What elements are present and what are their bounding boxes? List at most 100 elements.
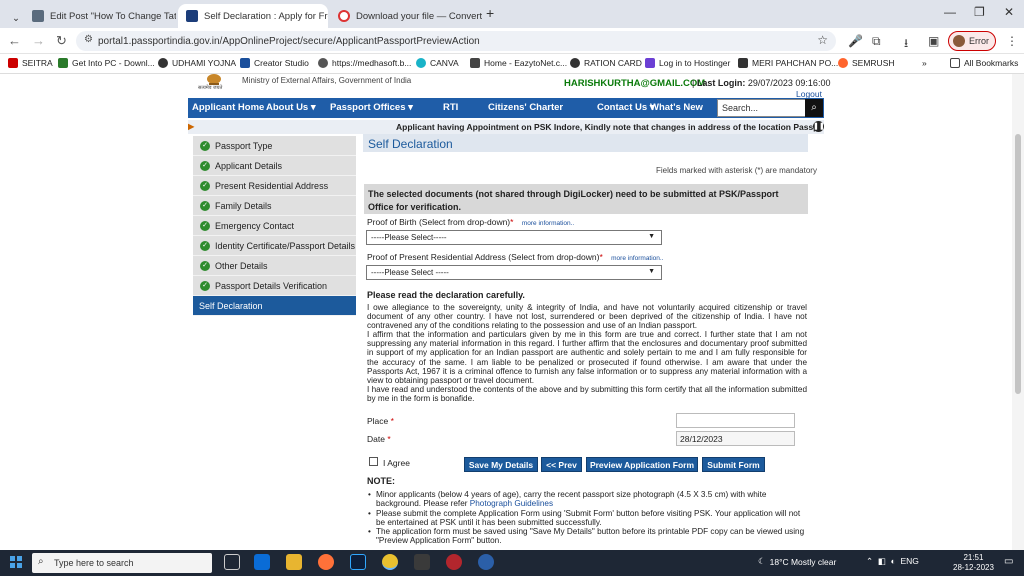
canva-icon bbox=[416, 58, 426, 68]
new-tab-button[interactable]: + bbox=[486, 5, 494, 21]
site-settings-icon[interactable]: ⚙ bbox=[84, 34, 93, 45]
tab-edit-post[interactable]: Edit Post "How To Change Tatk ✕ bbox=[24, 4, 176, 28]
minimize-icon[interactable]: — bbox=[944, 5, 956, 19]
search-input[interactable]: Search... bbox=[717, 99, 806, 117]
firefox-icon[interactable] bbox=[318, 554, 334, 570]
nav-contact-us[interactable]: Contact Us ▾ bbox=[597, 102, 655, 113]
check-circle-icon: ✓ bbox=[200, 220, 210, 231]
back-icon[interactable]: ← bbox=[8, 33, 21, 48]
chevron-down-icon: ▼ bbox=[648, 268, 655, 275]
profile-error-button[interactable]: Error bbox=[948, 31, 996, 51]
preview-application-button[interactable]: Preview Application Form bbox=[586, 457, 698, 472]
app-icon[interactable] bbox=[478, 554, 494, 570]
edge-icon[interactable] bbox=[254, 554, 270, 570]
photograph-guidelines-link[interactable]: Photograph Guidelines bbox=[470, 499, 553, 508]
chevron-up-icon[interactable]: ⌃ bbox=[866, 556, 873, 566]
save-my-details-button[interactable]: Save My Details bbox=[464, 457, 538, 472]
bookmark-creator-studio[interactable]: Creator Studio bbox=[240, 58, 309, 68]
list-item: The application form must be saved using… bbox=[368, 527, 808, 546]
bookmark-ration-card[interactable]: RATION CARD bbox=[570, 58, 642, 68]
window-close-icon[interactable]: ✕ bbox=[1004, 5, 1014, 19]
nav-whats-new[interactable]: What's New bbox=[650, 102, 703, 113]
chrome-icon[interactable] bbox=[382, 554, 398, 570]
nav-citizens-charter[interactable]: Citizens' Charter bbox=[488, 102, 563, 113]
bookmark-getintopc[interactable]: Get Into PC - Downl... bbox=[58, 58, 155, 68]
proof-of-address-select[interactable]: -----Please Select ----- ▼ bbox=[366, 265, 662, 280]
volume-icon[interactable]: ◐ bbox=[891, 556, 896, 566]
nav-about-us[interactable]: About Us ▾ bbox=[266, 102, 316, 113]
declaration-paragraph: I have read and understood the contents … bbox=[367, 384, 807, 403]
page-scrollbar[interactable] bbox=[1012, 74, 1024, 550]
notifications-icon[interactable]: ▭ bbox=[1004, 556, 1013, 567]
globe-icon bbox=[158, 58, 168, 68]
task-view-icon[interactable] bbox=[224, 554, 240, 570]
bookmark-semrush[interactable]: SEMRUSH bbox=[838, 58, 895, 68]
restore-icon[interactable]: ❐ bbox=[974, 5, 985, 19]
browser-toolbar: ← → ↻ ⚙ portal1.passportindia.gov.in/App… bbox=[0, 28, 1024, 54]
photoshop-icon[interactable] bbox=[350, 554, 366, 570]
date-input[interactable]: 28/12/2023 bbox=[676, 431, 795, 446]
check-circle-icon: ✓ bbox=[200, 280, 210, 291]
taskbar-search-input[interactable]: ⌕ Type here to search bbox=[32, 553, 212, 573]
app-icon[interactable] bbox=[414, 554, 430, 570]
bookmark-meri-pahchan[interactable]: MERI PAHCHAN PO... bbox=[738, 58, 838, 68]
check-circle-icon: ✓ bbox=[200, 160, 210, 171]
nav-applicant-home[interactable]: Applicant Home bbox=[192, 102, 264, 113]
submit-form-button[interactable]: Submit Form bbox=[702, 457, 765, 472]
proof-of-birth-select[interactable]: -----Please Select----- ▼ bbox=[366, 230, 662, 245]
bookmark-favicon-icon bbox=[58, 58, 68, 68]
bookmark-udhami-yojna[interactable]: UDHAMI YOJNA bbox=[158, 58, 236, 68]
forward-icon[interactable]: → bbox=[32, 33, 45, 48]
windows-start-icon[interactable] bbox=[10, 556, 22, 568]
search-icon[interactable]: ⌕ bbox=[805, 99, 823, 117]
language-indicator[interactable]: ENG bbox=[901, 556, 919, 566]
sidebar-item-emergency-contact[interactable]: ✓ Emergency Contact bbox=[193, 216, 356, 236]
sidebar-item-present-address[interactable]: ✓ Present Residential Address bbox=[193, 176, 356, 196]
side-panel-icon[interactable]: ▣ bbox=[928, 34, 939, 48]
agree-checkbox[interactable] bbox=[369, 457, 378, 466]
more-info-link[interactable]: more information.. bbox=[522, 220, 574, 227]
weather-widget[interactable]: ☾ 18°C Mostly clear bbox=[758, 556, 836, 567]
bookmark-hostinger[interactable]: Log in to Hostinger bbox=[645, 58, 730, 68]
bookmark-star-icon[interactable]: ☆ bbox=[817, 33, 828, 47]
pause-icon[interactable]: ❚❚ bbox=[813, 121, 825, 132]
sidebar-item-other-details[interactable]: ✓ Other Details bbox=[193, 256, 356, 276]
app-icon[interactable] bbox=[446, 554, 462, 570]
reload-icon[interactable]: ↻ bbox=[56, 33, 67, 49]
bookmark-canva[interactable]: CANVA bbox=[416, 58, 459, 68]
prev-button[interactable]: << Prev bbox=[541, 457, 582, 472]
user-email: HARISHKURTHA@GMAIL.COM bbox=[564, 78, 706, 89]
menu-icon[interactable]: ⋮ bbox=[1006, 34, 1018, 48]
tab-list-chevron-icon[interactable]: ⌄ bbox=[4, 6, 20, 30]
file-explorer-icon[interactable] bbox=[286, 554, 302, 570]
sidebar-item-passport-verification[interactable]: ✓ Passport Details Verification bbox=[193, 276, 356, 296]
system-clock[interactable]: 21:51 28-12-2023 bbox=[953, 553, 994, 573]
tab-download-file[interactable]: Download your file — Convertic ✕ bbox=[330, 4, 482, 28]
all-bookmarks-button[interactable]: All Bookmarks bbox=[950, 58, 1018, 68]
microphone-icon[interactable]: 🎤 bbox=[848, 34, 863, 48]
tab-self-declaration[interactable]: Self Declaration : Apply for Fre ✕ bbox=[178, 4, 328, 28]
nav-rti[interactable]: RTI bbox=[443, 102, 458, 113]
bookmarks-overflow-button[interactable]: » bbox=[922, 58, 927, 68]
sidebar-steps: ✓ Passport Type ✓ Applicant Details ✓ Prese… bbox=[193, 136, 356, 316]
address-bar[interactable]: ⚙ portal1.passportindia.gov.in/AppOnline… bbox=[76, 31, 836, 51]
sidebar-item-family-details[interactable]: ✓ Family Details bbox=[193, 196, 356, 216]
network-icon[interactable]: ◧ bbox=[878, 556, 886, 566]
place-label: Place * bbox=[367, 416, 394, 426]
nav-passport-offices[interactable]: Passport Offices ▾ bbox=[330, 102, 413, 113]
bookmark-favicon-icon bbox=[8, 58, 18, 68]
sidebar-item-applicant-details[interactable]: ✓ Applicant Details bbox=[193, 156, 356, 176]
sidebar-item-self-declaration[interactable]: Self Declaration bbox=[193, 296, 356, 316]
sidebar-item-identity-certificate[interactable]: ✓ Identity Certificate/Passport Details bbox=[193, 236, 356, 256]
sidebar-item-passport-type[interactable]: ✓ Passport Type bbox=[193, 136, 356, 156]
bookmark-medhasoft[interactable]: https://medhasoft.b... bbox=[318, 58, 411, 68]
scrollbar-thumb[interactable] bbox=[1015, 134, 1021, 394]
emblem-caption: सत्यमेव जयते bbox=[198, 85, 223, 91]
extensions-icon[interactable]: ⧉ bbox=[872, 34, 881, 49]
system-tray: ⌃ ◧ ◐ ENG bbox=[866, 556, 919, 567]
more-info-link[interactable]: more information.. bbox=[611, 255, 663, 262]
bookmark-seitra[interactable]: SEITRA bbox=[8, 58, 53, 68]
place-input[interactable] bbox=[676, 413, 795, 428]
download-icon[interactable]: ⭳ bbox=[904, 34, 908, 55]
bookmark-eazytonet[interactable]: Home - EazytoNet.c... bbox=[470, 58, 567, 68]
